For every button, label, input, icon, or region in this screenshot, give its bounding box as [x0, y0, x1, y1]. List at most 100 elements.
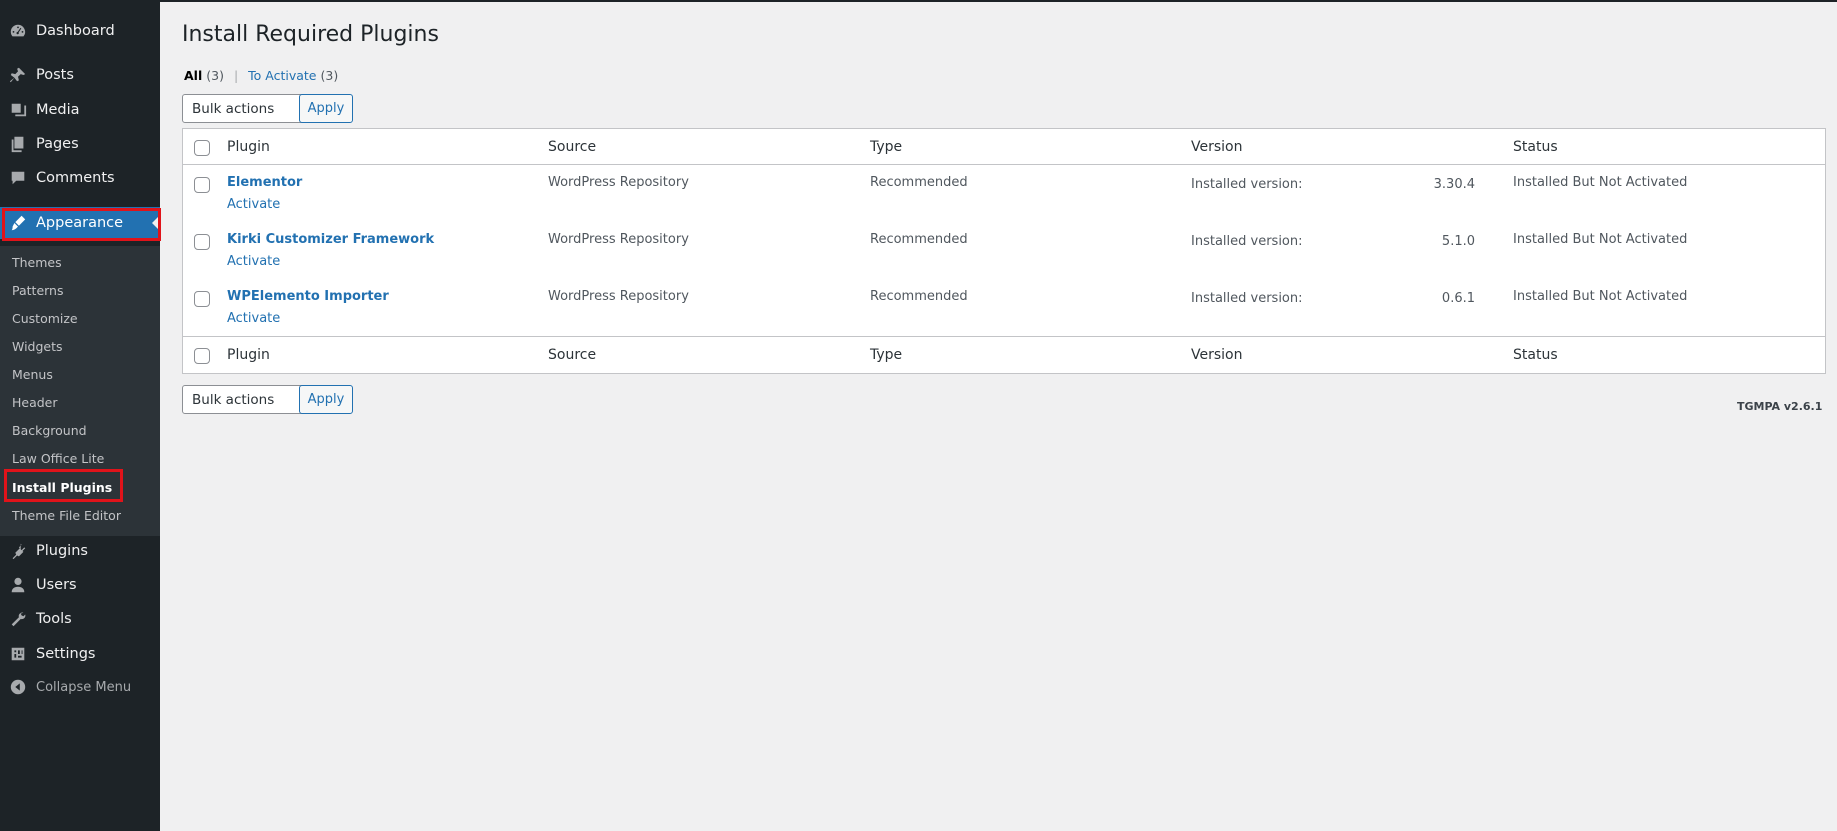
dashboard-icon — [0, 22, 36, 40]
appearance-submenu: Themes Patterns Customize Widgets Menus … — [0, 246, 160, 536]
table-footer: Plugin Source Type Version Status — [183, 336, 1825, 373]
column-source-footer: Source — [548, 347, 597, 363]
apply-button-top[interactable]: Apply — [299, 94, 353, 123]
filter-all[interactable]: All — [184, 68, 202, 83]
row-checkbox[interactable] — [194, 234, 210, 250]
activate-link[interactable]: Activate — [227, 197, 280, 212]
paintbrush-icon — [0, 214, 36, 232]
collapse-menu-button[interactable]: Collapse Menu — [0, 671, 160, 703]
submenu-widgets[interactable]: Widgets — [12, 339, 63, 354]
wrench-icon — [0, 610, 36, 628]
menu-plugins[interactable]: Plugins — [0, 535, 160, 567]
menu-comments-label: Comments — [36, 170, 115, 186]
activate-link[interactable]: Activate — [227, 311, 280, 326]
column-version: Version — [1191, 139, 1243, 155]
menu-media[interactable]: Media — [0, 94, 160, 126]
version-label: Installed version: — [1191, 177, 1303, 192]
plugin-status: Installed But Not Activated — [1513, 175, 1688, 190]
plugin-source: WordPress Repository — [548, 232, 689, 247]
submenu-header[interactable]: Header — [12, 395, 58, 410]
menu-media-label: Media — [36, 102, 80, 118]
media-icon — [0, 101, 36, 119]
column-plugin-footer: Plugin — [227, 347, 270, 363]
filter-all-count: (3) — [206, 68, 224, 83]
column-type: Type — [870, 139, 903, 155]
table-row: Elementor Activate WordPress Repository … — [183, 165, 1825, 222]
table-row: WPElemento Importer Activate WordPress R… — [183, 279, 1825, 336]
plugin-type: Recommended — [870, 175, 968, 190]
plugin-icon — [0, 542, 36, 560]
activate-link[interactable]: Activate — [227, 254, 280, 269]
plugin-name-link[interactable]: WPElemento Importer — [227, 289, 389, 304]
plugin-name-link[interactable]: Elementor — [227, 175, 302, 190]
select-all-checkbox[interactable] — [194, 140, 210, 156]
column-version-footer: Version — [1191, 347, 1243, 363]
collapse-icon — [0, 678, 36, 696]
row-checkbox[interactable] — [194, 177, 210, 193]
collapse-menu-label: Collapse Menu — [36, 679, 132, 695]
version-label: Installed version: — [1191, 291, 1303, 306]
menu-users[interactable]: Users — [0, 569, 160, 601]
column-plugin: Plugin — [227, 139, 270, 155]
top-edge — [0, 0, 1837, 2]
plugin-name-link[interactable]: Kirki Customizer Framework — [227, 232, 434, 247]
plugin-type: Recommended — [870, 232, 968, 247]
submenu-customize[interactable]: Customize — [12, 311, 78, 326]
menu-plugins-label: Plugins — [36, 543, 88, 559]
plugins-table: Plugin Source Type Version Status Elemen… — [182, 128, 1826, 374]
pushpin-icon — [0, 66, 36, 84]
menu-dashboard[interactable]: Dashboard — [0, 15, 160, 47]
submenu-themes[interactable]: Themes — [12, 255, 62, 270]
column-type-footer: Type — [870, 347, 903, 363]
column-source: Source — [548, 139, 597, 155]
page-title: Install Required Plugins — [182, 22, 439, 47]
version-number: 5.1.0 — [1441, 234, 1475, 249]
menu-tools-label: Tools — [36, 611, 72, 627]
menu-appearance[interactable]: Appearance — [0, 207, 160, 239]
plugin-source: WordPress Repository — [548, 175, 689, 190]
version-label: Installed version: — [1191, 234, 1303, 249]
column-status-footer: Status — [1513, 347, 1558, 363]
menu-users-label: Users — [36, 577, 77, 593]
column-status: Status — [1513, 139, 1558, 155]
menu-settings-label: Settings — [36, 646, 96, 662]
settings-icon — [0, 645, 36, 663]
select-all-checkbox-footer[interactable] — [194, 348, 210, 364]
submenu-law-office-lite[interactable]: Law Office Lite — [12, 451, 104, 466]
menu-posts-label: Posts — [36, 67, 74, 83]
plugin-status: Installed But Not Activated — [1513, 232, 1688, 247]
plugin-type: Recommended — [870, 289, 968, 304]
user-icon — [0, 576, 36, 594]
menu-pages-label: Pages — [36, 136, 79, 152]
menu-comments[interactable]: Comments — [0, 162, 160, 194]
comment-icon — [0, 169, 36, 187]
menu-appearance-label: Appearance — [36, 215, 124, 231]
menu-posts[interactable]: Posts — [0, 59, 160, 91]
submenu-install-plugins[interactable]: Install Plugins — [12, 480, 112, 495]
bulk-actions-value: Bulk actions — [192, 100, 275, 117]
filter-to-activate-count: (3) — [320, 68, 339, 83]
row-checkbox[interactable] — [194, 291, 210, 307]
filter-to-activate[interactable]: To Activate — [248, 68, 316, 83]
menu-tools[interactable]: Tools — [0, 603, 160, 635]
submenu-menus[interactable]: Menus — [12, 367, 53, 382]
submenu-background[interactable]: Background — [12, 423, 87, 438]
plugin-status: Installed But Not Activated — [1513, 289, 1688, 304]
plugin-source: WordPress Repository — [548, 289, 689, 304]
version-number: 0.6.1 — [1441, 291, 1475, 306]
submenu-patterns[interactable]: Patterns — [12, 283, 63, 298]
table-header: Plugin Source Type Version Status — [183, 129, 1825, 165]
menu-pages[interactable]: Pages — [0, 128, 160, 160]
version-number: 3.30.4 — [1433, 177, 1475, 192]
current-menu-arrow — [152, 215, 160, 231]
admin-sidebar: Dashboard Posts Media Pages Comments App… — [0, 2, 160, 831]
table-row: Kirki Customizer Framework Activate Word… — [183, 222, 1825, 279]
menu-dashboard-label: Dashboard — [36, 23, 115, 39]
filter-separator: | — [233, 68, 239, 83]
apply-button-bottom[interactable]: Apply — [299, 385, 353, 414]
menu-settings[interactable]: Settings — [0, 638, 160, 670]
tgmpa-version: TGMPA v2.6.1 — [1737, 400, 1823, 413]
pages-icon — [0, 135, 36, 153]
submenu-theme-file-editor[interactable]: Theme File Editor — [12, 508, 121, 523]
bulk-actions-value-bottom: Bulk actions — [192, 391, 275, 408]
